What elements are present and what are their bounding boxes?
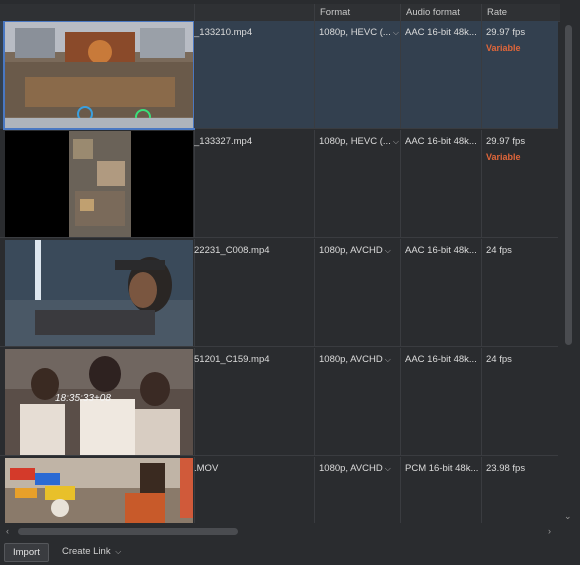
audio-format-value: AAC 16-bit 48k... xyxy=(405,354,477,365)
create-link-label: Create Link xyxy=(62,546,111,557)
header-thumbnail-column[interactable] xyxy=(0,4,194,21)
header-format[interactable]: Format xyxy=(314,4,400,21)
chevron-down-icon: ⌵ xyxy=(384,355,391,364)
file-name: _133210.mp4 xyxy=(194,27,253,38)
file-name: _133327.mp4 xyxy=(194,136,253,147)
media-row[interactable]: 22231_C008.mp4 1080p, AVCHD ⌵ AAC 16-bit … xyxy=(0,239,558,347)
format-value: 1080p, HEVC (... xyxy=(319,136,391,147)
rate-cell: 24 fps xyxy=(486,354,556,365)
chevron-down-icon: ⌵ xyxy=(392,137,399,146)
format-dropdown[interactable]: 1080p, AVCHD ⌵ xyxy=(319,463,399,474)
audio-format-value: AAC 16-bit 48k... xyxy=(405,136,477,147)
column-header-bar: Format Audio format Rate xyxy=(0,4,560,22)
bottom-toolbar: Import Create Link ⌵ xyxy=(0,541,580,565)
rate-value: 29.97 fps xyxy=(486,27,526,38)
scroll-down-arrow-icon[interactable]: ⌄ xyxy=(564,511,572,522)
rate-cell: 29.97 fps Variable xyxy=(486,27,556,53)
file-name: .MOV xyxy=(194,463,219,474)
format-value: 1080p, AVCHD xyxy=(319,463,383,474)
format-dropdown[interactable]: 1080p, AVCHD ⌵ xyxy=(319,245,399,256)
header-name-column[interactable] xyxy=(194,4,314,21)
variable-rate-badge: Variable xyxy=(486,152,521,162)
chevron-down-icon: ⌵ xyxy=(384,246,391,255)
rate-cell: 23.98 fps xyxy=(486,463,556,474)
horizontal-scroll-thumb[interactable] xyxy=(18,528,238,535)
media-row[interactable]: .MOV 1080p, AVCHD ⌵ PCM 16-bit 48k... 23.… xyxy=(0,457,558,523)
format-dropdown[interactable]: 1080p, AVCHD ⌵ xyxy=(319,354,399,365)
format-dropdown[interactable]: 1080p, HEVC (... ⌵ xyxy=(319,27,399,38)
header-rate[interactable]: Rate xyxy=(481,4,560,21)
rate-cell: 29.97 fps Variable xyxy=(486,136,556,162)
header-audio-format[interactable]: Audio format xyxy=(400,4,481,21)
file-name: 22231_C008.mp4 xyxy=(194,245,270,256)
rate-cell: 24 fps xyxy=(486,245,556,256)
video-thumbnail[interactable] xyxy=(5,458,193,523)
media-row[interactable]: _133327.mp4 1080p, HEVC (... ⌵ AAC 16-bit… xyxy=(0,130,558,238)
create-link-dropdown[interactable]: Create Link ⌵ xyxy=(62,543,121,560)
chevron-down-icon: ⌵ xyxy=(115,547,122,556)
variable-rate-badge: Variable xyxy=(486,43,521,53)
audio-format-value: PCM 16-bit 48k... xyxy=(405,463,479,474)
rate-value: 29.97 fps xyxy=(486,136,526,147)
media-browser-panel: Format Audio format Rate _133210.mp4 108… xyxy=(0,0,580,565)
format-dropdown[interactable]: 1080p, HEVC (... ⌵ xyxy=(319,136,399,147)
video-thumbnail[interactable] xyxy=(5,131,193,237)
vertical-scrollbar[interactable]: ⌄ xyxy=(562,21,574,521)
rate-value: 24 fps xyxy=(486,245,512,256)
chevron-down-icon: ⌵ xyxy=(384,464,391,473)
format-value: 1080p, HEVC (... xyxy=(319,27,391,38)
import-button[interactable]: Import xyxy=(4,543,49,562)
audio-format-value: AAC 16-bit 48k... xyxy=(405,245,477,256)
file-name: 51201_C159.mp4 xyxy=(194,354,270,365)
video-thumbnail[interactable] xyxy=(3,21,195,130)
scroll-left-arrow-icon[interactable]: ‹ xyxy=(6,526,9,536)
media-row[interactable]: _133210.mp4 1080p, HEVC (... ⌵ AAC 16-bit… xyxy=(0,21,558,130)
rate-value: 24 fps xyxy=(486,354,512,365)
scroll-right-arrow-icon[interactable]: › xyxy=(548,526,551,536)
timecode-overlay: 18:35:33+08 xyxy=(55,393,111,404)
horizontal-scrollbar[interactable]: ‹ › xyxy=(4,525,558,539)
vertical-scroll-thumb[interactable] xyxy=(565,25,572,345)
rate-value: 23.98 fps xyxy=(486,463,526,474)
video-thumbnail[interactable] xyxy=(5,240,193,346)
format-value: 1080p, AVCHD xyxy=(319,245,383,256)
chevron-down-icon: ⌵ xyxy=(392,28,399,37)
audio-format-value: AAC 16-bit 48k... xyxy=(405,27,477,38)
format-value: 1080p, AVCHD xyxy=(319,354,383,365)
video-thumbnail[interactable]: 18:35:33+08 xyxy=(5,349,193,455)
media-list: _133210.mp4 1080p, HEVC (... ⌵ AAC 16-bit… xyxy=(0,21,558,523)
media-row[interactable]: 18:35:33+08 51201_C159.mp4 1080p, AVCHD ⌵… xyxy=(0,348,558,456)
